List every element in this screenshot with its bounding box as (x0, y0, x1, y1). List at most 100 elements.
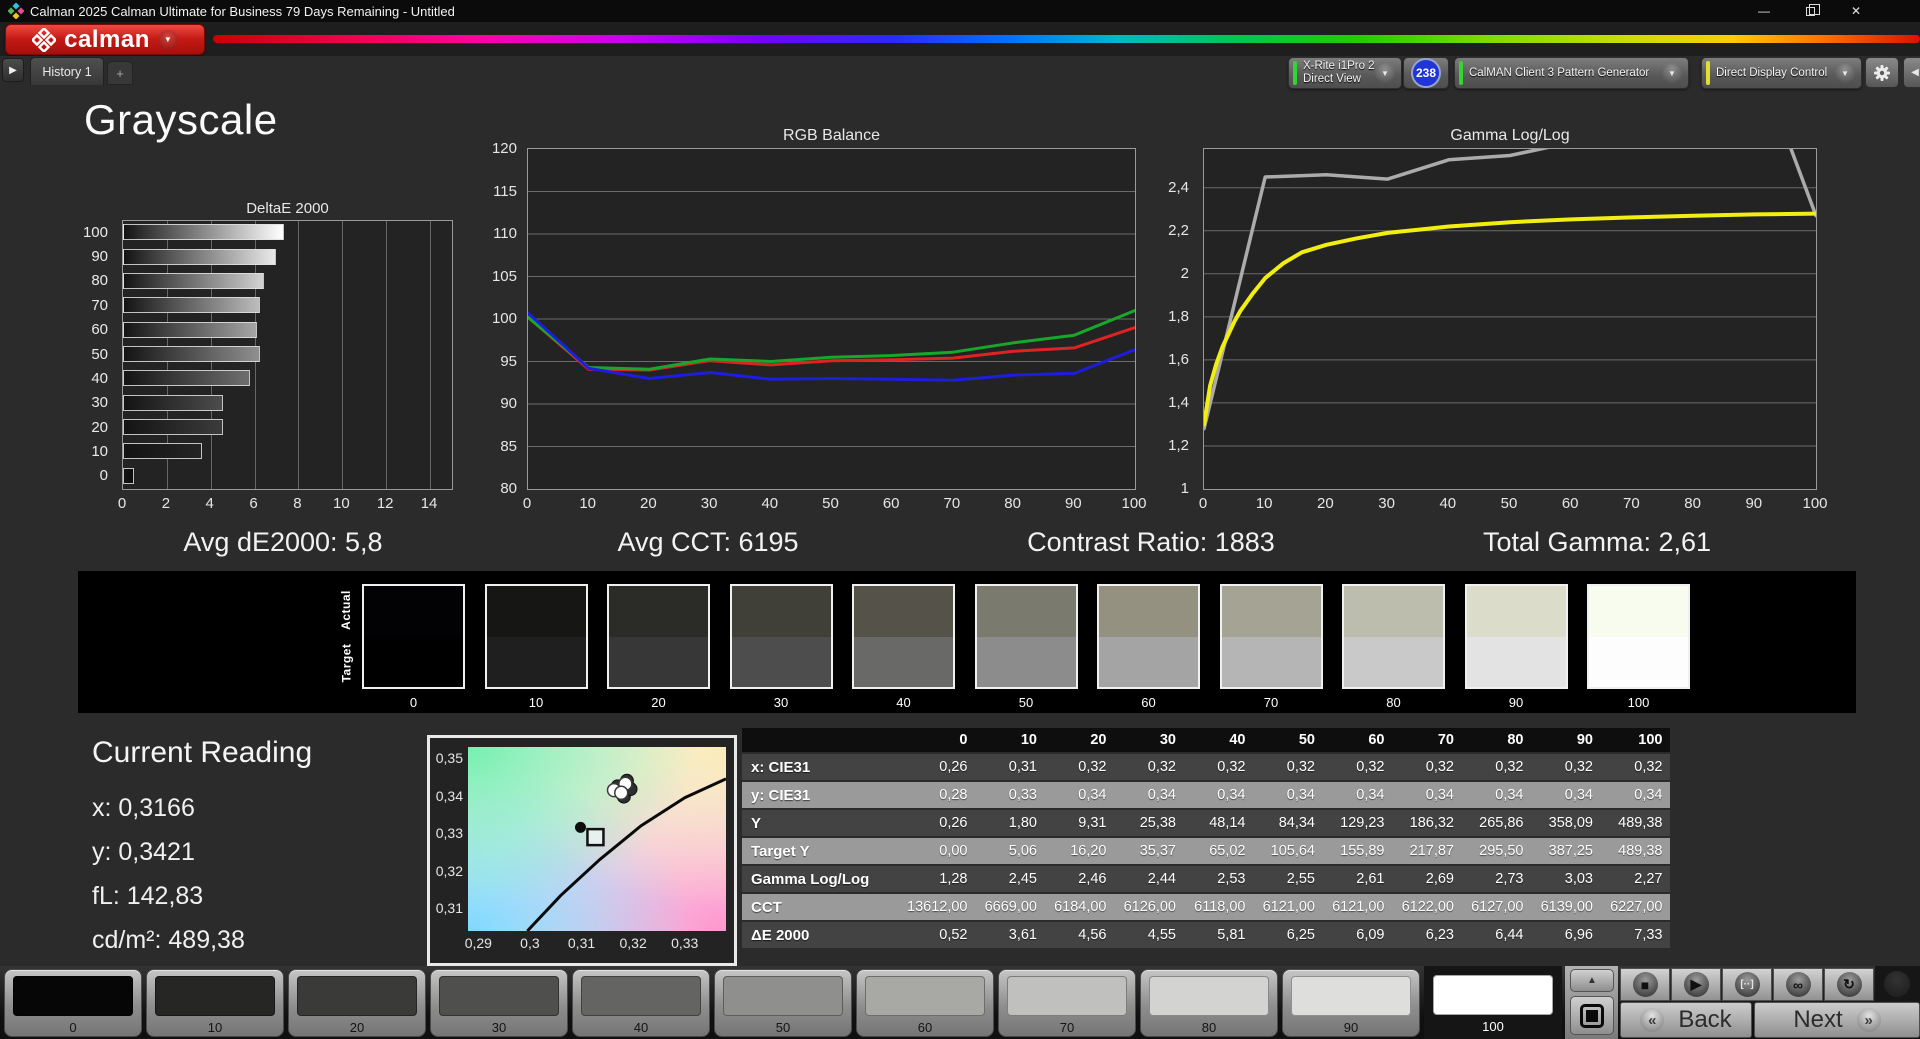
table-cell: 489,38 (1618, 815, 1663, 831)
table-row-label: Target Y (751, 842, 810, 860)
x-tick-label: 100 (1802, 495, 1828, 512)
table-cell: 0,34 (1634, 787, 1663, 803)
cie-x-axis: 0,29 0,3 0,31 0,32 0,33 (465, 935, 726, 953)
pattern-level-label: 90 (1343, 1020, 1359, 1035)
chevron-down-icon[interactable]: ▼ (1662, 63, 1682, 83)
back-button[interactable]: « Back (1620, 1002, 1752, 1038)
pattern-button-40[interactable]: 40 (572, 969, 710, 1037)
table-cell: 35,37 (1139, 843, 1176, 859)
pattern-button-100[interactable]: 100 (1424, 966, 1562, 1039)
band-swatch-level: 10 (528, 695, 544, 710)
step-button[interactable]: [··] (1722, 968, 1772, 1001)
table-cell: 0,34 (1286, 787, 1315, 803)
x-tick-label: 10 (1255, 495, 1273, 512)
pattern-generator-dropdown[interactable]: CalMAN Client 3 Pattern Generator ▼ (1454, 57, 1689, 89)
pattern-level-label: 10 (207, 1020, 223, 1035)
meter-reading-badge[interactable]: 238 (1411, 58, 1441, 88)
y-tick-label: 1,4 (1168, 393, 1189, 411)
table-header-cell: 90 (1576, 732, 1593, 748)
pattern-button-10[interactable]: 10 (146, 969, 284, 1037)
table-cell: 48,14 (1209, 815, 1246, 831)
cie-plot-area (468, 747, 726, 931)
pattern-button-20[interactable]: 20 (288, 969, 426, 1037)
expand-pattern-bar-button[interactable]: ▲ (1570, 969, 1614, 992)
add-tab-button[interactable]: + (107, 61, 133, 85)
calman-menu-button[interactable]: calman ▼ (5, 24, 205, 55)
band-swatch-actual (364, 586, 463, 637)
deltae-category-label: 90 (91, 248, 108, 266)
pattern-button-70[interactable]: 70 (998, 969, 1136, 1037)
play-button[interactable]: ▶ (1671, 968, 1721, 1001)
table-cell: 295,50 (1479, 843, 1524, 859)
reading-x: x: 0,3166 (92, 794, 195, 822)
chevron-down-icon[interactable]: ▼ (1835, 63, 1855, 83)
table-cell: 0,32 (1425, 759, 1454, 775)
table-row: y: CIE31 0,28 0,33 0,34 0,34 0,34 0,34 0,34 0,34… (742, 782, 1670, 808)
pattern-button-90[interactable]: 90 (1282, 969, 1420, 1037)
pattern-swatch (1291, 976, 1411, 1016)
cie-y-tick: 0,35 (435, 750, 463, 767)
pattern-swatch (439, 976, 559, 1016)
pattern-button-60[interactable]: 60 (856, 969, 994, 1037)
x-tick-label: 10 (579, 495, 597, 512)
chevron-down-icon[interactable]: ▼ (157, 29, 178, 50)
x-tick-label: 0 (522, 495, 532, 512)
x-tick-label: 20 (640, 495, 657, 512)
calman-diamond-icon (32, 27, 57, 52)
x-tick-label: 80 (1684, 495, 1701, 512)
minimize-icon[interactable]: — (1742, 0, 1786, 22)
continuous-button[interactable]: ∞ (1773, 968, 1823, 1001)
table-cell: 6669,00 (984, 899, 1037, 915)
band-swatch-actual (486, 586, 586, 637)
display-control-dropdown[interactable]: Direct Display Control ▼ (1701, 57, 1862, 89)
close-icon[interactable]: ✕ (1834, 0, 1878, 22)
settings-button[interactable] (1865, 57, 1899, 88)
band-swatch (1219, 584, 1323, 689)
pattern-level-label: 60 (917, 1020, 933, 1035)
next-button[interactable]: Next » (1754, 1002, 1920, 1038)
table-header-cell: 100 (1638, 732, 1663, 748)
gamma-y-axis: 2,4 2,2 2 1,8 1,6 1,4 1,2 1 (1153, 148, 1193, 496)
meter-dropdown[interactable]: X-Rite i1Pro 2 Direct View ▼ (1288, 57, 1402, 89)
band-row-label-actual: Actual (339, 590, 353, 630)
pattern-level-label: 50 (775, 1020, 791, 1035)
cie-measured-point (614, 785, 629, 801)
table-cell: 25,38 (1139, 815, 1176, 831)
pattern-button-50[interactable]: 50 (714, 969, 852, 1037)
restore-icon[interactable] (1788, 0, 1832, 22)
reading-fl: fL: 142,83 (92, 882, 204, 910)
table-cell: 3,03 (1564, 871, 1593, 887)
pattern-button-30[interactable]: 30 (430, 969, 568, 1037)
band-swatch-level: 100 (1627, 695, 1650, 710)
deltae-x-tick: 14 (420, 495, 438, 512)
table-header-cell: 60 (1368, 732, 1385, 748)
refresh-button[interactable]: ↻ (1824, 968, 1874, 1001)
cie-x-tick: 0,32 (619, 935, 647, 951)
table-cell: 0,34 (1147, 787, 1176, 803)
continuous-icon: ∞ (1785, 972, 1811, 997)
band-swatch-actual (976, 586, 1076, 637)
pattern-button-0[interactable]: 0 (4, 969, 142, 1037)
band-swatch-target (1589, 636, 1688, 687)
band-swatch-level: 30 (773, 695, 789, 710)
tab-scroll-button[interactable]: ▶ (2, 58, 24, 82)
pattern-button-80[interactable]: 80 (1140, 969, 1278, 1037)
table-cell: 6,96 (1564, 927, 1593, 943)
cie-current-reading-point (574, 821, 586, 833)
chevron-down-icon[interactable]: ▼ (1375, 63, 1395, 83)
stop-button[interactable]: ■ (1620, 968, 1670, 1001)
meter-name: X-Rite i1Pro 2 (1303, 60, 1375, 72)
deltae-gridline (386, 221, 388, 489)
x-tick-label: 60 (882, 495, 900, 512)
tab-history-1[interactable]: History 1 (30, 57, 104, 85)
deltae-category-label: 70 (91, 296, 108, 314)
table-header-cell: 10 (1020, 732, 1037, 748)
table-cell: 0,32 (1495, 759, 1524, 775)
table-cell: 4,55 (1147, 927, 1176, 943)
table-cell: 84,34 (1278, 815, 1315, 831)
table-cell: 65,02 (1209, 843, 1246, 859)
collapse-panel-button[interactable]: ◀ (1903, 57, 1920, 88)
table-header-cell (742, 728, 905, 752)
pattern-window-button[interactable] (1570, 996, 1614, 1035)
x-tick-label: 70 (943, 495, 961, 512)
